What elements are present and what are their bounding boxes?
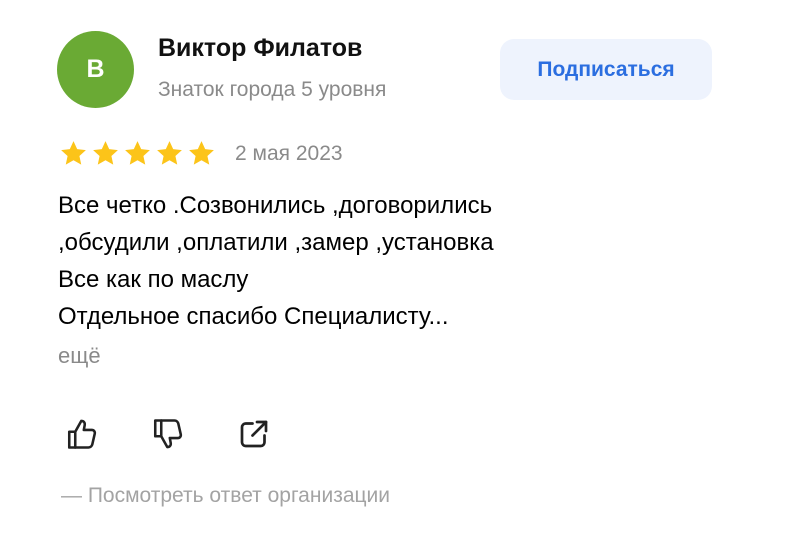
show-more-link[interactable]: ещё (58, 343, 101, 369)
review-line: Все как по маслу (58, 266, 249, 293)
like-button[interactable] (62, 414, 102, 454)
star-icon (157, 141, 182, 165)
thumbs-down-icon (153, 419, 183, 449)
review-line: Отдельное спасибо Специалисту... (58, 303, 449, 330)
view-org-reply-link[interactable]: — Посмотреть ответ организации (61, 484, 390, 508)
review-card: В Виктор Филатов Знаток города 5 уровня … (0, 0, 789, 541)
star-icon (125, 141, 150, 165)
share-button[interactable] (234, 414, 274, 454)
star-icon (61, 141, 86, 165)
author-level: Знаток города 5 уровня (158, 78, 387, 101)
review-date: 2 мая 2023 (235, 142, 343, 165)
star-icon (93, 141, 118, 165)
avatar-letter: В (86, 55, 105, 83)
review-text: Все четко .Созвонились ,договорились ,об… (58, 187, 494, 335)
review-line: Все четко .Созвонились ,договорились (58, 192, 493, 219)
star-icon (189, 141, 214, 165)
share-external-icon (240, 420, 268, 448)
avatar[interactable]: В (57, 31, 134, 108)
subscribe-button[interactable]: Подписаться (500, 39, 712, 100)
review-line: ,обсудили ,оплатили ,замер ,установка (58, 229, 494, 256)
star-rating (59, 139, 216, 168)
thumbs-up-icon (67, 419, 97, 449)
author-name[interactable]: Виктор Филатов (158, 34, 362, 63)
dislike-button[interactable] (148, 414, 188, 454)
